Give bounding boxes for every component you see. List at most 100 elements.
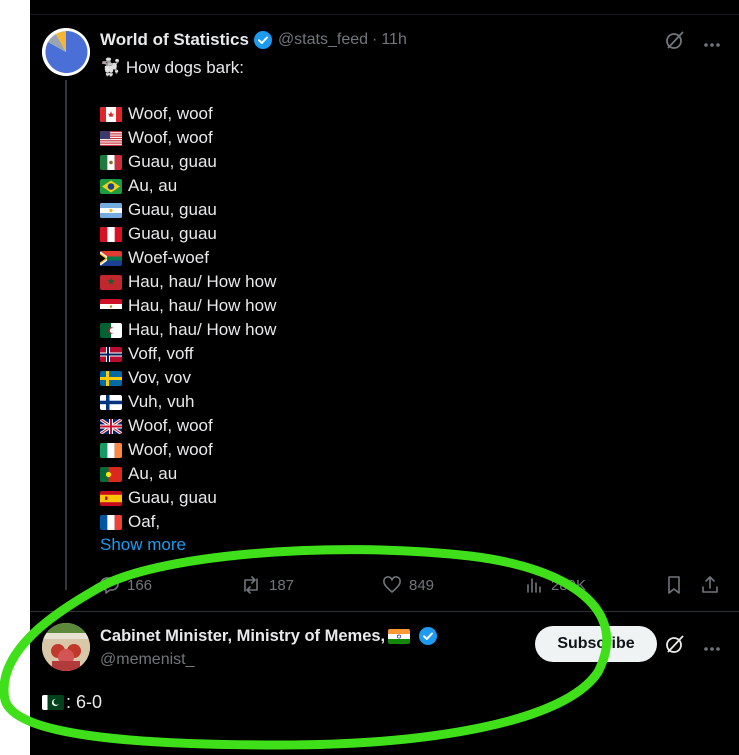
egypt-flag-icon [100, 298, 122, 314]
bark-list: Woof, woof Woof, woof Guau, guau Au, au … [100, 102, 276, 534]
author-name[interactable]: World of Statistics [100, 30, 249, 50]
portugal-flag-icon [100, 466, 122, 482]
thread-line [65, 80, 67, 590]
subscribe-button[interactable]: Subscribe [535, 626, 657, 662]
list-item-text: Woof, woof [128, 416, 213, 435]
previous-post-edge [30, 0, 739, 15]
india-flag-icon [388, 628, 411, 644]
argentina-flag-icon [100, 202, 122, 218]
peru-flag-icon [100, 226, 122, 242]
repost-icon [244, 576, 258, 594]
list-item-text: Au, au [128, 176, 178, 195]
list-item-text: Vuh, vuh [128, 392, 195, 411]
list-item: Woof, woof [100, 102, 276, 126]
norway-flag-icon [100, 346, 122, 362]
verified-badge-icon[interactable] [253, 30, 273, 50]
france-flag-icon [100, 514, 122, 530]
post-time[interactable]: 11h [381, 31, 407, 49]
reply-icon [100, 577, 119, 594]
poodle-emoji: 🐩 [100, 58, 122, 77]
list-item: Guau, guau [100, 222, 276, 246]
more-icon[interactable] [703, 32, 721, 52]
list-item: Woof, woof [100, 414, 276, 438]
list-item: Hau, hau/ How how [100, 318, 276, 342]
like-icon [383, 576, 401, 593]
reply-button[interactable]: 166 [100, 573, 152, 597]
reply-author-row: Cabinet Minister, Ministry of Memes, [100, 626, 438, 646]
author-handle[interactable]: @stats_feed [278, 31, 368, 49]
uk-flag-icon [100, 418, 122, 434]
reply-author-handle[interactable]: @memenist_ [100, 651, 195, 669]
share-button[interactable] [700, 573, 720, 597]
reply-count: 166 [127, 576, 153, 594]
reply-author-avatar[interactable] [42, 623, 90, 671]
list-item-text: Oaf, [128, 512, 161, 531]
reply-author-name[interactable]: Cabinet Minister, Ministry of Memes, [100, 627, 385, 646]
like-button[interactable]: 849 [382, 573, 434, 597]
reply-top-actions [665, 634, 721, 658]
finland-flag-icon [100, 394, 122, 410]
list-item: Au, au [100, 462, 276, 486]
algeria-flag-icon [100, 322, 122, 338]
grok-icon[interactable] [665, 634, 685, 658]
canada-flag-icon [100, 106, 122, 122]
spain-flag-icon [100, 490, 122, 506]
list-item: Vov, vov [100, 366, 276, 390]
list-item: Voff, voff [100, 342, 276, 366]
list-item: Guau, guau [100, 486, 276, 510]
bookmark-button[interactable] [664, 573, 684, 597]
post-actions-bar: 166 187 849 289K [100, 573, 725, 597]
list-item-text: Woof, woof [128, 440, 213, 459]
list-item-text: Voff, voff [128, 344, 194, 363]
list-item: Woof, woof [100, 126, 276, 150]
post-intro: 🐩 How dogs bark: [100, 56, 244, 80]
views-icon [527, 578, 541, 593]
list-item: Guau, guau [100, 150, 276, 174]
verified-badge-icon[interactable] [418, 626, 438, 646]
separator-dot: · [372, 31, 378, 48]
list-item: Hau, hau/ How how [100, 270, 276, 294]
reply-body: : 6-0 [42, 692, 102, 713]
like-count: 849 [409, 576, 435, 594]
views-count: 289K [551, 576, 587, 594]
morocco-flag-icon [100, 274, 122, 290]
reply-text: : 6-0 [66, 692, 103, 712]
ireland-flag-icon [100, 442, 122, 458]
views-button[interactable]: 289K [524, 573, 586, 597]
pakistan-flag-icon [42, 695, 64, 710]
list-item: Woef-woef [100, 246, 276, 270]
share-icon [702, 576, 718, 593]
more-icon[interactable] [703, 636, 721, 656]
list-item-text: Hau, hau/ How how [128, 296, 277, 315]
list-item-text: Woef-woef [128, 248, 209, 267]
author-avatar[interactable] [42, 28, 90, 76]
post-top-actions [665, 30, 721, 54]
list-item: Au, au [100, 174, 276, 198]
show-more-link[interactable]: Show more [100, 535, 186, 555]
grok-icon[interactable] [665, 30, 685, 54]
usa-flag-icon [100, 130, 122, 146]
repost-count: 187 [269, 576, 295, 594]
list-item: Woof, woof [100, 438, 276, 462]
sweden-flag-icon [100, 370, 122, 386]
list-item-text: Vov, vov [128, 368, 191, 387]
list-item-text: Hau, hau/ How how [128, 320, 277, 339]
list-item: Hau, hau/ How how [100, 294, 276, 318]
list-item-text: Guau, guau [128, 488, 217, 507]
repost-button[interactable]: 187 [240, 573, 294, 597]
list-item: Guau, guau [100, 198, 276, 222]
mexico-flag-icon [100, 154, 122, 170]
post-divider [30, 611, 739, 612]
list-item: Vuh, vuh [100, 390, 276, 414]
list-item-text: Hau, hau/ How how [128, 272, 277, 291]
list-item-text: Guau, guau [128, 224, 217, 243]
brazil-flag-icon [100, 178, 122, 194]
list-item-text: Guau, guau [128, 152, 217, 171]
post-intro-text: How dogs bark: [125, 58, 245, 77]
bookmark-icon [668, 576, 680, 594]
list-item-text: Woof, woof [128, 104, 213, 123]
author-row: World of Statistics @stats_feed · 11h [100, 29, 407, 51]
list-item-text: Au, au [128, 464, 178, 483]
list-item: Oaf, [100, 510, 276, 534]
list-item-text: Woof, woof [128, 128, 213, 147]
